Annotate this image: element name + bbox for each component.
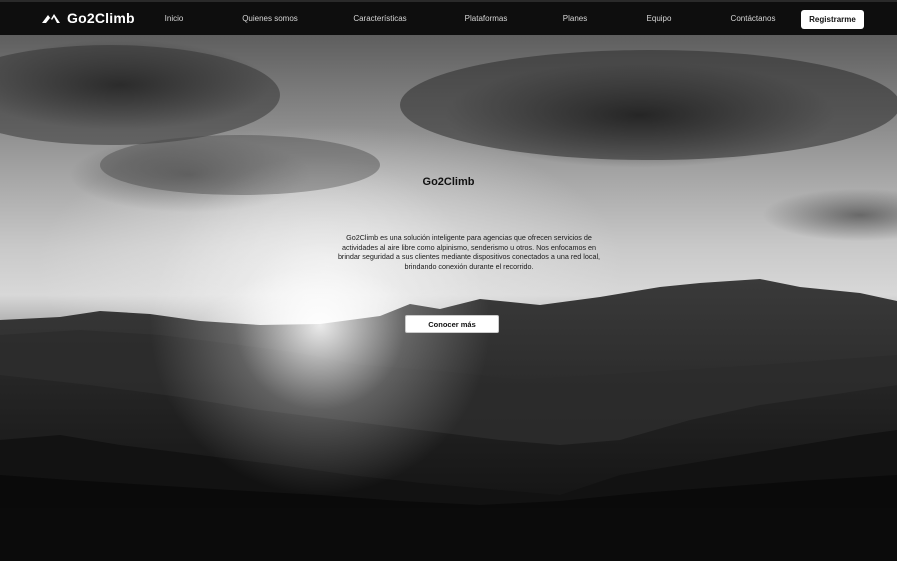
nav-link-inicio[interactable]: Inicio: [165, 14, 184, 23]
brand-name: Go2Climb: [67, 10, 135, 26]
page-footer-band: [0, 508, 897, 561]
hero-description-line: actividades al aire libre como alpinismo…: [341, 242, 597, 252]
nav-link-contactanos[interactable]: Contáctanos: [731, 14, 776, 23]
register-button[interactable]: Registrarme: [801, 10, 864, 29]
nav-link-planes[interactable]: Planes: [563, 14, 587, 23]
hero-description: Go2Climb es una solución inteligente par…: [313, 233, 625, 271]
mountain-icon: [42, 14, 60, 23]
hero-title: Go2Climb: [422, 176, 475, 188]
nav-link-caracteristicas[interactable]: Características: [353, 14, 406, 23]
hero-description-line: brindar seguridad a sus clientes mediant…: [337, 252, 601, 262]
hero-description-line: brindando conexión durante el recorrido.: [404, 261, 534, 271]
mountain-landscape-image: [0, 35, 897, 508]
nav-link-equipo[interactable]: Equipo: [647, 14, 672, 23]
nav-link-quienes-somos[interactable]: Quienes somos: [242, 14, 298, 23]
nav-link-plataformas[interactable]: Plataformas: [465, 14, 508, 23]
top-navbar: Go2Climb Inicio Quienes somos Caracterís…: [0, 0, 897, 35]
hero-section: Go2Climb Go2Climb es una solución inteli…: [0, 35, 897, 508]
brand-logo[interactable]: Go2Climb: [42, 10, 135, 26]
learn-more-button[interactable]: Conocer más: [405, 315, 499, 333]
hero-description-line: Go2Climb es una solución inteligente par…: [346, 233, 592, 242]
